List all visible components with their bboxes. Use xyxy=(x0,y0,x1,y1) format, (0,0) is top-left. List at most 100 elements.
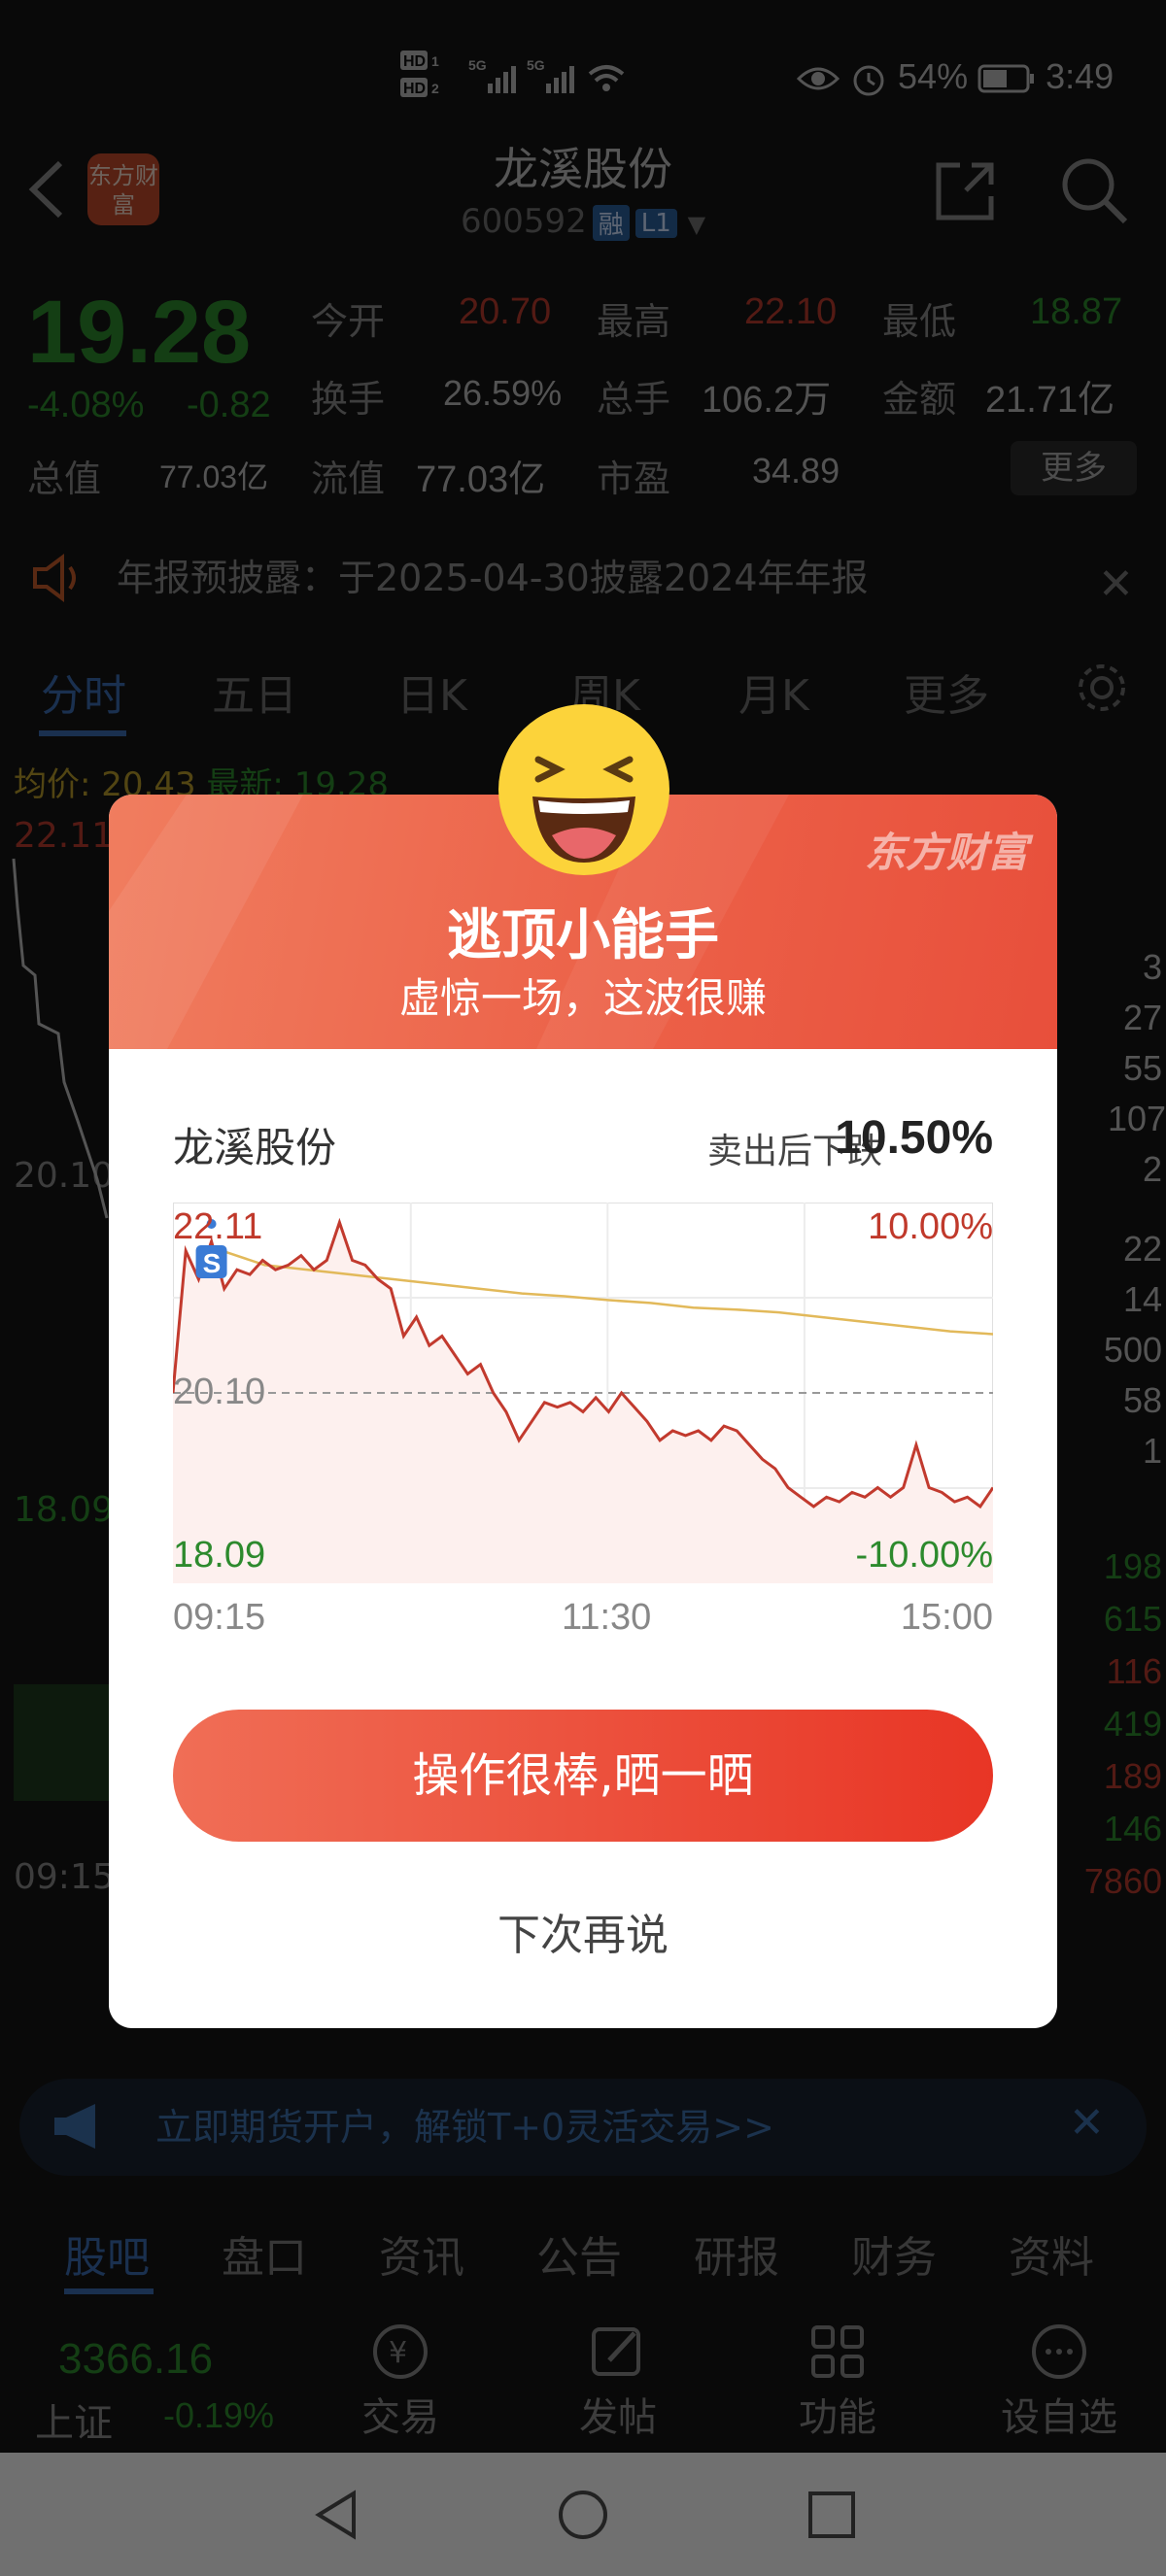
tab-announcement[interactable]: 公告 xyxy=(536,2222,622,2285)
tab-profile[interactable]: 资料 xyxy=(1009,2222,1094,2285)
yen-icon: ¥ xyxy=(373,2324,428,2379)
share-button[interactable]: 操作很棒,晒一晒 xyxy=(173,1710,993,1842)
nav-home-icon[interactable] xyxy=(556,2488,610,2546)
status-right: 54% 3:49 xyxy=(796,56,1115,98)
index-value[interactable]: 3366.16 xyxy=(58,2335,213,2384)
functions-button[interactable]: 功能 xyxy=(789,2322,886,2442)
more-button[interactable]: 更多 xyxy=(1011,441,1137,495)
edit-icon xyxy=(592,2327,640,2376)
tab-five-day[interactable]: 五日 xyxy=(212,661,297,723)
tab-intraday[interactable]: 分时 xyxy=(41,661,126,723)
bg-vol-item: 22 xyxy=(1122,1229,1162,1269)
intraday-chart-svg: S xyxy=(171,1202,995,1584)
notice-text[interactable]: 年报预披露：于2025-04-30披露2024年年报 xyxy=(0,539,1166,617)
chevron-down-icon[interactable]: ▼ xyxy=(688,211,705,238)
trade-label: 交易 xyxy=(361,2395,439,2440)
float-value-label: 流值 xyxy=(311,459,386,500)
clock-time: 3:49 xyxy=(1046,56,1115,96)
signal-icon: HD 1 HD 2 5G 5G xyxy=(400,51,625,97)
float-value: 77.03亿 xyxy=(416,459,546,500)
drop-after-sell-value: 10.50% xyxy=(835,1112,993,1164)
trade-button[interactable]: ¥ 交易 xyxy=(352,2322,449,2442)
total-value: 77.03亿 xyxy=(159,459,269,494)
bg-trade-item: 189 xyxy=(1103,1756,1162,1796)
tab-daily-k[interactable]: 日K xyxy=(396,661,467,723)
bottom-toolbar: 3366.16 上证 -0.19% ¥ 交易 发帖 功能 设自选 xyxy=(0,2302,1166,2453)
total-value-label: 总值 xyxy=(27,459,102,500)
pe-value: 34.89 xyxy=(752,451,840,491)
bg-trade-item: 615 xyxy=(1103,1599,1162,1639)
y-tick-pct-high: 10.00% xyxy=(868,1206,993,1247)
bg-vol-item: 2 xyxy=(1142,1149,1162,1189)
share-icon[interactable] xyxy=(931,157,999,229)
bg-vol-item: 107 xyxy=(1108,1099,1166,1138)
search-icon[interactable] xyxy=(1057,153,1131,231)
grid-icon xyxy=(811,2325,864,2378)
status-bar: HD 1 HD 2 5G 5G 54% 3:49 xyxy=(0,0,1166,146)
tab-finance[interactable]: 财务 xyxy=(851,2222,937,2285)
amount-label: 金额 xyxy=(882,380,957,421)
ad-close-icon[interactable]: ✕ xyxy=(1069,2098,1105,2148)
bg-trade-item: 198 xyxy=(1103,1546,1162,1586)
nav-recents-icon[interactable] xyxy=(805,2488,859,2546)
modal-stock-name: 龙溪股份 xyxy=(173,1124,337,1171)
nav-back-icon[interactable] xyxy=(309,2488,363,2546)
y-tick-mid: 20.10 xyxy=(173,1372,266,1412)
y-tick-pct-low: -10.00% xyxy=(855,1535,993,1576)
close-icon[interactable]: ✕ xyxy=(1098,559,1134,609)
later-button[interactable]: 下次再说 xyxy=(109,1900,1057,1962)
battery-icon xyxy=(977,56,1046,96)
index-change: -0.19% xyxy=(163,2395,275,2435)
add-watchlist-label: 设自选 xyxy=(1001,2395,1117,2440)
low-label: 最低 xyxy=(882,302,957,343)
bg-time-tick: 09:15 xyxy=(14,1857,115,1897)
tab-research[interactable]: 研报 xyxy=(694,2222,779,2285)
svg-text:HD: HD xyxy=(403,81,426,97)
y-tick-high: 22.11 xyxy=(173,1206,263,1247)
change-value: -0.82 xyxy=(187,385,271,425)
battery-percent: 54% xyxy=(898,56,969,96)
sell-marker-label: S xyxy=(203,1248,222,1278)
more-dots-icon xyxy=(1032,2324,1086,2379)
tab-more[interactable]: 更多 xyxy=(904,661,989,723)
turnover-value: 26.59% xyxy=(443,373,563,413)
amount-value: 21.71亿 xyxy=(985,380,1115,421)
add-watchlist-button[interactable]: 设自选 xyxy=(991,2322,1127,2442)
tab-guba[interactable]: 股吧 xyxy=(64,2222,150,2285)
bg-vol-item: 55 xyxy=(1122,1048,1162,1088)
signal-indicators: HD 1 HD 2 5G 5G xyxy=(400,49,643,113)
tab-monthly-k[interactable]: 月K xyxy=(738,661,809,723)
info-tabs: 股吧 盘口 资讯 公告 研报 财务 资料 xyxy=(0,2207,1166,2299)
subtab-indicator xyxy=(64,2288,154,2294)
svg-text:5G: 5G xyxy=(527,57,545,73)
change-pct: -4.08% xyxy=(27,385,145,425)
tab-pankou[interactable]: 盘口 xyxy=(222,2222,307,2285)
x-tick-mid: 11:30 xyxy=(562,1597,652,1638)
active-tab-indicator xyxy=(39,730,126,736)
x-tick-start: 09:15 xyxy=(173,1597,266,1638)
open-value: 20.70 xyxy=(459,291,552,332)
bg-vol-item: 14 xyxy=(1122,1279,1162,1319)
current-price: 19.28 xyxy=(27,283,252,382)
x-tick-end: 15:00 xyxy=(900,1597,993,1638)
svg-text:2: 2 xyxy=(431,81,439,96)
intraday-chart: S 22.11 20.10 18.09 10.00% -10.00% xyxy=(171,1202,995,1584)
svg-text:¥: ¥ xyxy=(389,2336,407,2370)
volume-value: 106.2万 xyxy=(702,380,832,421)
svg-text:HD: HD xyxy=(403,53,426,70)
svg-text:1: 1 xyxy=(431,53,439,69)
bg-order-volumes-2: 22 14 500 58 1 xyxy=(1069,1224,1162,1476)
bg-chart-line xyxy=(12,858,111,1801)
y-tick-low: 18.09 xyxy=(173,1535,266,1576)
share-result-modal: 东方财富 逃顶小能手 虚惊一场，这波很赚 龙溪股份 卖出后下跌 10.50% S… xyxy=(109,795,1057,2028)
settings-gear-icon[interactable] xyxy=(1075,661,1129,726)
open-label: 今开 xyxy=(311,302,386,343)
post-button[interactable]: 发帖 xyxy=(569,2322,667,2442)
bg-order-volumes: 3 27 55 107 2 xyxy=(1108,942,1166,1195)
tab-news[interactable]: 资讯 xyxy=(379,2222,464,2285)
pe-label: 市盈 xyxy=(597,459,671,500)
modal-brand-logo: 东方财富 xyxy=(864,829,1028,876)
futures-ad-banner[interactable]: 立即期货开户，解锁T+0灵活交易>> xyxy=(19,2079,1147,2176)
bg-vol-item: 500 xyxy=(1103,1330,1162,1370)
bg-trade-item: 146 xyxy=(1103,1809,1162,1848)
